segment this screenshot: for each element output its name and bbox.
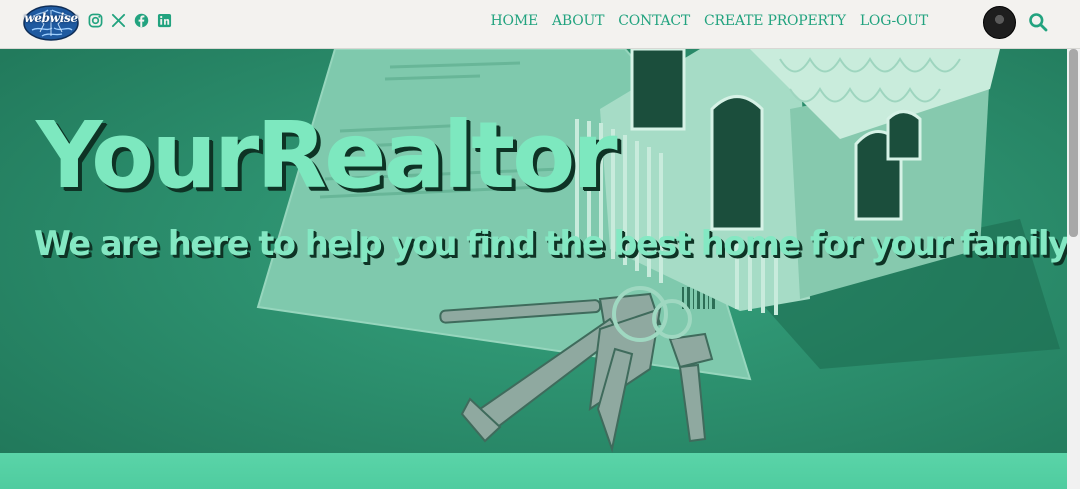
instagram-icon[interactable] (88, 13, 103, 28)
site-logo[interactable]: webwise (22, 2, 80, 42)
x-twitter-icon[interactable] (111, 13, 126, 28)
nav-home-link[interactable]: HOME (491, 13, 539, 30)
nav-about-link[interactable]: ABOUT (552, 13, 604, 30)
nav-logout-link[interactable]: LOG-OUT (860, 13, 928, 30)
hero-title: YourRealtor (36, 102, 618, 209)
hero-banner: YourRealtor We are here to help you find… (0, 49, 1067, 489)
user-avatar[interactable] (983, 6, 1016, 39)
hero-subtitle: We are here to help you find the best ho… (34, 224, 1067, 263)
nav-create-property-link[interactable]: CREATE PROPERTY (704, 13, 846, 30)
facebook-icon[interactable] (134, 13, 149, 28)
scrollbar-thumb[interactable] (1069, 49, 1078, 237)
main-nav: HOME ABOUT CONTACT CREATE PROPERTY LOG-O… (491, 13, 929, 30)
top-navbar: webwise HOME ABOUT CONTACT CREATE PROPER… (0, 0, 1080, 49)
linkedin-icon[interactable] (157, 13, 172, 28)
search-icon[interactable] (1028, 12, 1048, 32)
logo-text: webwise (24, 11, 78, 25)
nav-contact-link[interactable]: CONTACT (618, 13, 690, 30)
page-scrollbar[interactable] (1067, 49, 1080, 489)
hero-bottom-band (0, 453, 1067, 489)
social-links (88, 13, 172, 30)
